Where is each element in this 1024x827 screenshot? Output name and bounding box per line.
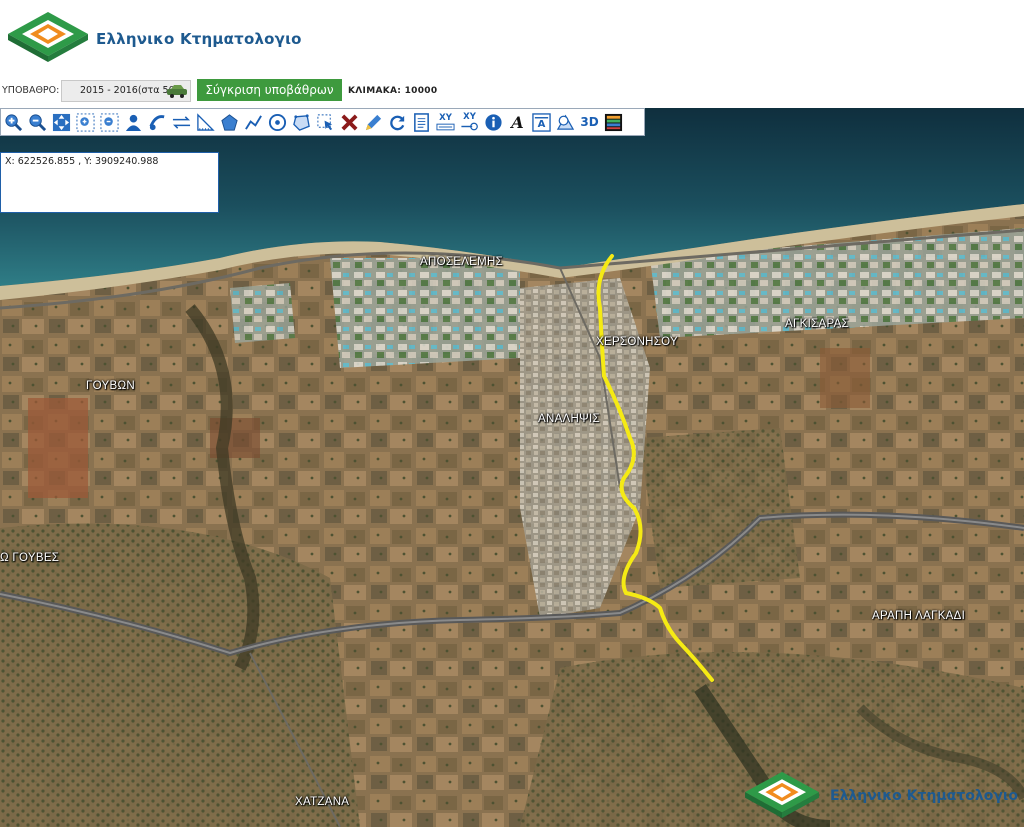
user-icon[interactable] (123, 112, 144, 133)
xy-coord-icon[interactable]: XY (435, 112, 456, 133)
place-label-gouves: Ω ΓΟΥΒΕΣ (0, 552, 60, 564)
document-icon[interactable] (411, 112, 432, 133)
text-tool-label: A (511, 112, 524, 132)
map-view[interactable]: ΑΠΟΣΕΛΕΜΗΣ ΧΕΡΣΟΝΗΣΟΥ ΑΓΚΙΣΑΡΑΣ ΓΟΥΒΩΝ Α… (0, 108, 1024, 827)
3d-icon[interactable]: 3D (579, 112, 600, 133)
legend-icon[interactable] (603, 112, 624, 133)
clear-icon[interactable] (339, 112, 360, 133)
info-icon[interactable] (483, 112, 504, 133)
label-tool-text: A (537, 118, 546, 130)
polygon-icon[interactable] (219, 112, 240, 133)
zoom-extent-icon[interactable] (99, 112, 120, 133)
polyline-icon[interactable] (243, 112, 264, 133)
cadastre-logo-icon[interactable] (6, 10, 90, 62)
place-label-agkisaras: ΑΓΚΙΣΑΡΑΣ (785, 318, 849, 330)
3d-label: 3D (580, 115, 599, 129)
draw-polygon-icon[interactable] (291, 112, 312, 133)
refresh-icon[interactable] (387, 112, 408, 133)
basemap-label: ΥΠΟΒΑΘΡΟ: (2, 85, 60, 96)
satellite-icon[interactable] (147, 112, 168, 133)
car-icon[interactable] (166, 84, 188, 98)
place-label-gouvon: ΓΟΥΒΩΝ (86, 380, 135, 392)
coordinate-readout: X: 622526.855 , Y: 3909240.988 (0, 152, 219, 213)
zoom-box-icon[interactable] (75, 112, 96, 133)
zoom-in-icon[interactable] (3, 112, 24, 133)
compare-basemaps-button[interactable]: Σύγκριση υποβάθρων (197, 79, 342, 101)
label-icon[interactable]: A (531, 112, 552, 133)
logo-text: Ελληνικο Κτηματολογιο (96, 30, 302, 48)
aerial-basemap (0, 108, 1024, 827)
place-label-aposelemis: ΑΠΟΣΕΛΕΜΗΣ (420, 256, 504, 268)
circle-target-icon[interactable] (267, 112, 288, 133)
globe-icon[interactable] (555, 112, 576, 133)
place-label-chersonisou: ΧΕΡΣΟΝΗΣΟΥ (596, 336, 679, 348)
place-label-arapi-lagkadi: ΑΡΑΠΗ ΛΑΓΚΑΔΙ (872, 610, 966, 622)
text-icon[interactable]: A (507, 112, 528, 133)
xy-go-label: XY (463, 112, 476, 122)
measure-ruler-icon[interactable] (195, 112, 216, 133)
place-label-chatzana: ΧΑΤΖΑΝΑ (295, 796, 350, 808)
place-label-analipsis: ΑΝΑΛΗΨΙΣ (538, 413, 600, 425)
xy-go-icon[interactable]: XY (459, 112, 480, 133)
xy-coord-label: XY (439, 112, 452, 123)
watermark-logo-icon (745, 771, 819, 818)
coordinate-text: X: 622526.855 , Y: 3909240.988 (5, 156, 159, 167)
measure-distance-icon[interactable] (171, 112, 192, 133)
pan-icon[interactable] (51, 112, 72, 133)
watermark-text: Ελληνικο Κτηματολογιο (830, 788, 1018, 804)
zoom-out-icon[interactable] (27, 112, 48, 133)
scale-readout: ΚΛΙΜΑΚΑ: 10000 (348, 86, 438, 96)
map-toolbar: XY XY A A 3D (0, 108, 645, 136)
site-header: Ελληνικο Κτηματολογιο (0, 0, 1024, 78)
edit-icon[interactable] (363, 112, 384, 133)
select-icon[interactable] (315, 112, 336, 133)
